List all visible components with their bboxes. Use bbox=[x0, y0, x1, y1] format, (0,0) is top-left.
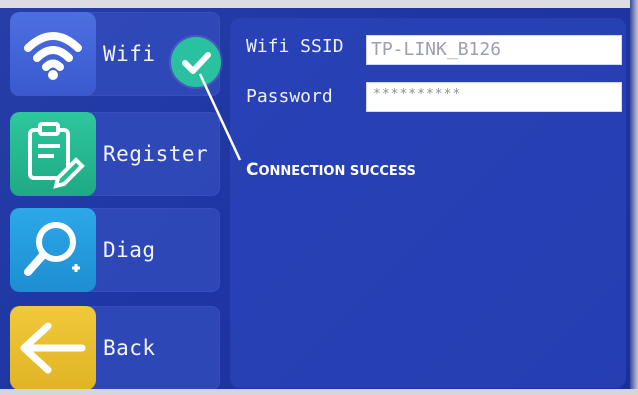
menu-item-label: Back bbox=[103, 336, 156, 360]
password-field[interactable]: ********** bbox=[366, 82, 622, 112]
callout-line bbox=[198, 73, 242, 161]
menu-item-back[interactable]: Back bbox=[10, 306, 220, 390]
wifi-settings-panel bbox=[230, 18, 626, 388]
connection-success-annotation: CONNECTION SUCCESS bbox=[246, 160, 416, 180]
bezel-bottom bbox=[0, 389, 638, 395]
magnifier-icon bbox=[24, 222, 80, 276]
password-value: ********** bbox=[373, 87, 462, 102]
device-screen: Wifi Register Diag Back Wifi SSID TP-LIN… bbox=[0, 0, 638, 395]
bezel-right bbox=[630, 0, 638, 395]
ssid-label: Wifi SSID bbox=[246, 36, 344, 57]
register-tile bbox=[10, 112, 96, 196]
annotation-initial: C bbox=[246, 160, 259, 180]
menu-item-diag[interactable]: Diag bbox=[10, 208, 220, 292]
menu-item-label: Wifi bbox=[103, 42, 156, 66]
wifi-icon bbox=[24, 32, 82, 80]
clipboard-edit-icon bbox=[28, 122, 85, 189]
wifi-tile bbox=[10, 12, 96, 96]
back-tile bbox=[10, 306, 96, 390]
ssid-value: TP-LINK_B126 bbox=[371, 39, 502, 60]
arrow-left-icon bbox=[20, 322, 86, 374]
diag-tile bbox=[10, 208, 96, 292]
bezel-top bbox=[0, 0, 638, 8]
menu-item-label: Diag bbox=[103, 238, 156, 262]
ssid-field[interactable]: TP-LINK_B126 bbox=[366, 35, 622, 65]
annotation-rest: ONNECTION SUCCESS bbox=[258, 164, 416, 179]
